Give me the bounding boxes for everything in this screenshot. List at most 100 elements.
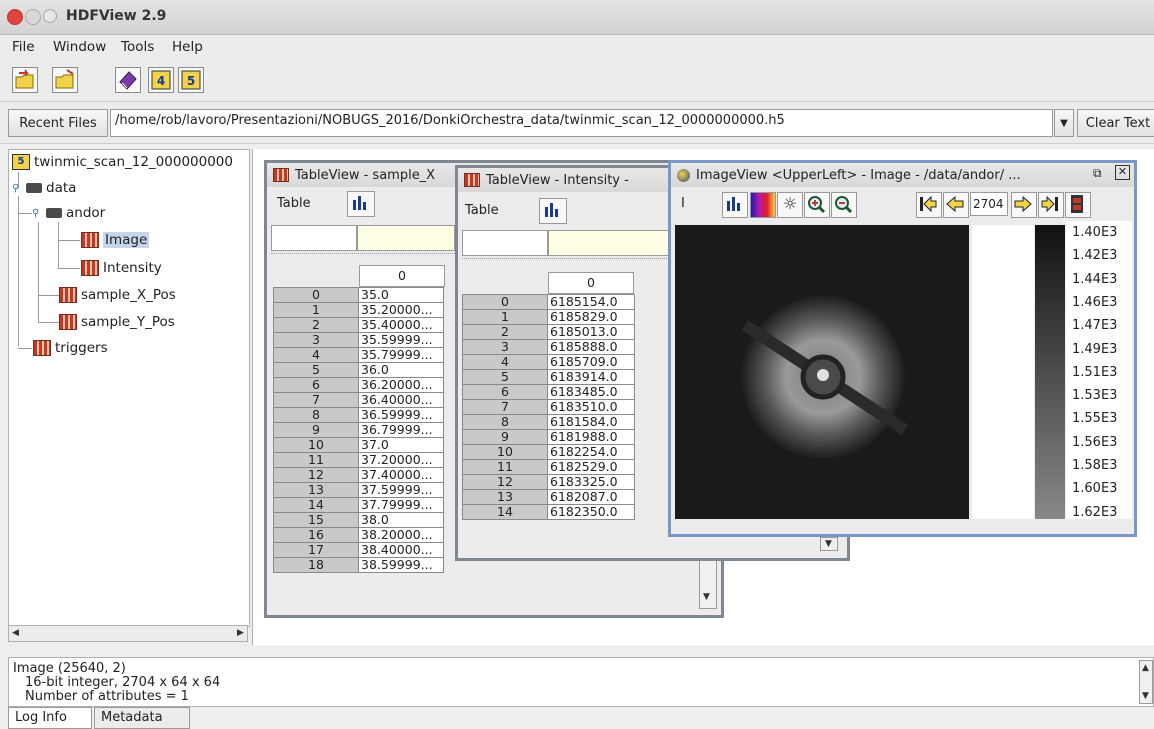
data-table[interactable]: 0 6185154.0 1 6185829.0 2 6185013.0 3 6185888.0… xyxy=(462,294,635,520)
animation-button[interactable] xyxy=(1065,192,1091,218)
tree-node-andor[interactable]: ⚲ andor xyxy=(32,205,105,221)
table-row[interactable]: 0 35.0 xyxy=(273,287,444,303)
frame-number-field[interactable]: 2704 xyxy=(970,192,1008,216)
table-row[interactable]: 1 35.20000... xyxy=(273,302,444,318)
scroll-down-icon[interactable]: ▼ xyxy=(703,592,710,602)
table-cell[interactable]: 35.20000... xyxy=(358,302,444,318)
scroll-right-icon[interactable]: ▶ xyxy=(237,628,244,638)
row-header[interactable]: 1 xyxy=(462,309,548,325)
palette-button[interactable] xyxy=(750,192,776,218)
row-header[interactable]: 5 xyxy=(273,362,359,378)
table-cell[interactable]: 6183914.0 xyxy=(547,369,635,385)
table-cell[interactable]: 37.40000... xyxy=(358,467,444,483)
table-row[interactable]: 5 6183914.0 xyxy=(462,369,635,385)
row-header[interactable]: 12 xyxy=(462,474,548,490)
row-header[interactable]: 15 xyxy=(273,512,359,528)
detach-window-icon[interactable]: ⧉ xyxy=(1093,166,1102,181)
zoom-out-button[interactable] xyxy=(831,192,857,218)
table-row[interactable]: 11 37.20000... xyxy=(273,452,444,468)
table-cell[interactable]: 38.59999... xyxy=(358,557,444,573)
tree-node-intensity[interactable]: Intensity xyxy=(81,260,162,276)
tree-horizontal-scrollbar[interactable]: ◀ ▶ xyxy=(8,625,248,642)
table-row[interactable]: 17 38.40000... xyxy=(273,542,444,558)
scroll-up-icon[interactable]: ▲ xyxy=(1142,663,1149,673)
table-row[interactable]: 14 37.79999... xyxy=(273,497,444,513)
row-header[interactable]: 0 xyxy=(273,287,359,303)
recent-files-button[interactable]: Recent Files xyxy=(8,109,108,137)
expand-toggle-icon[interactable]: ⚲ xyxy=(32,208,46,219)
table-cell[interactable]: 6182529.0 xyxy=(547,459,635,475)
cell-value-field[interactable] xyxy=(357,225,455,251)
scroll-down-icon[interactable]: ▼ xyxy=(825,539,832,549)
tree-node-sample-x[interactable]: sample_X_Pos xyxy=(59,287,176,303)
table-row[interactable]: 0 6185154.0 xyxy=(462,294,635,310)
scroll-left-icon[interactable]: ◀ xyxy=(12,628,19,638)
table-cell[interactable]: 38.0 xyxy=(358,512,444,528)
cell-address-field[interactable] xyxy=(271,225,357,251)
row-header[interactable]: 18 xyxy=(273,557,359,573)
tree-node-triggers[interactable]: triggers xyxy=(33,340,108,356)
first-frame-button[interactable] xyxy=(916,192,942,218)
table-cell[interactable]: 36.79999... xyxy=(358,422,444,438)
table-row[interactable]: 1 6185829.0 xyxy=(462,309,635,325)
table-cell[interactable]: 37.79999... xyxy=(358,497,444,513)
chart-button[interactable] xyxy=(347,191,375,217)
table-row[interactable]: 2 6185013.0 xyxy=(462,324,635,340)
table-row[interactable]: 11 6182529.0 xyxy=(462,459,635,475)
data-table[interactable]: 0 35.0 1 35.20000... 2 35.40000... 3 35.59999..… xyxy=(273,287,444,573)
table-row[interactable]: 7 36.40000... xyxy=(273,392,444,408)
imageview-window[interactable]: ImageView <UpperLeft> - Image - /data/an… xyxy=(668,160,1137,537)
row-header[interactable]: 7 xyxy=(273,392,359,408)
table-row[interactable]: 15 38.0 xyxy=(273,512,444,528)
close-window-icon[interactable]: ✕ xyxy=(1115,165,1130,180)
table-row[interactable]: 8 6181584.0 xyxy=(462,414,635,430)
menu-tools[interactable]: Tools xyxy=(121,39,154,55)
table-row[interactable]: 2 35.40000... xyxy=(273,317,444,333)
close-window-icon[interactable] xyxy=(7,9,23,25)
table-row[interactable]: 9 36.79999... xyxy=(273,422,444,438)
table-cell[interactable]: 6182254.0 xyxy=(547,444,635,460)
tree-node-root[interactable]: 5 twinmic_scan_12_000000000 xyxy=(12,154,233,170)
table-row[interactable]: 10 37.0 xyxy=(273,437,444,453)
table-cell[interactable]: 35.40000... xyxy=(358,317,444,333)
tab-metadata[interactable]: Metadata xyxy=(94,707,190,729)
table-cell[interactable]: 6185829.0 xyxy=(547,309,635,325)
menu-file[interactable]: File xyxy=(12,39,35,55)
table-cell[interactable]: 38.40000... xyxy=(358,542,444,558)
image-menu-icon[interactable]: I xyxy=(681,196,685,211)
row-header[interactable]: 2 xyxy=(462,324,548,340)
table-cell[interactable]: 6185709.0 xyxy=(547,354,635,370)
table-row[interactable]: 6 6183485.0 xyxy=(462,384,635,400)
row-header[interactable]: 4 xyxy=(462,354,548,370)
window-titlebar[interactable]: ImageView <UpperLeft> - Image - /data/an… xyxy=(671,163,1134,187)
expand-toggle-icon[interactable]: ⚲ xyxy=(12,183,26,194)
row-header[interactable]: 10 xyxy=(462,444,548,460)
table-cell[interactable]: 37.20000... xyxy=(358,452,444,468)
column-header[interactable]: 0 xyxy=(548,272,634,294)
scroll-down-icon[interactable]: ▼ xyxy=(1142,691,1149,701)
help-book-button[interactable] xyxy=(115,67,141,93)
table-row[interactable]: 7 6183510.0 xyxy=(462,399,635,415)
table-row[interactable]: 12 37.40000... xyxy=(273,467,444,483)
row-header[interactable]: 16 xyxy=(273,527,359,543)
table-cell[interactable]: 38.20000... xyxy=(358,527,444,543)
next-frame-button[interactable] xyxy=(1011,192,1037,218)
menu-table[interactable]: Table xyxy=(277,196,311,211)
zoom-in-button[interactable] xyxy=(804,192,830,218)
table-cell[interactable]: 35.0 xyxy=(358,287,444,303)
clear-text-button[interactable]: Clear Text xyxy=(1077,109,1154,137)
table-cell[interactable]: 6182087.0 xyxy=(547,489,635,505)
table-row[interactable]: 18 38.59999... xyxy=(273,557,444,573)
row-header[interactable]: 8 xyxy=(273,407,359,423)
table-row[interactable]: 3 6185888.0 xyxy=(462,339,635,355)
table-row[interactable]: 13 37.59999... xyxy=(273,482,444,498)
row-header[interactable]: 7 xyxy=(462,399,548,415)
open-file-button[interactable] xyxy=(12,67,38,93)
table-cell[interactable]: 36.59999... xyxy=(358,407,444,423)
image-canvas[interactable] xyxy=(675,225,969,519)
tree-node-sample-y[interactable]: sample_Y_Pos xyxy=(59,314,175,330)
table-cell[interactable]: 6183510.0 xyxy=(547,399,635,415)
table-row[interactable]: 16 38.20000... xyxy=(273,527,444,543)
menu-table[interactable]: Table xyxy=(465,203,499,218)
table-row[interactable]: 10 6182254.0 xyxy=(462,444,635,460)
